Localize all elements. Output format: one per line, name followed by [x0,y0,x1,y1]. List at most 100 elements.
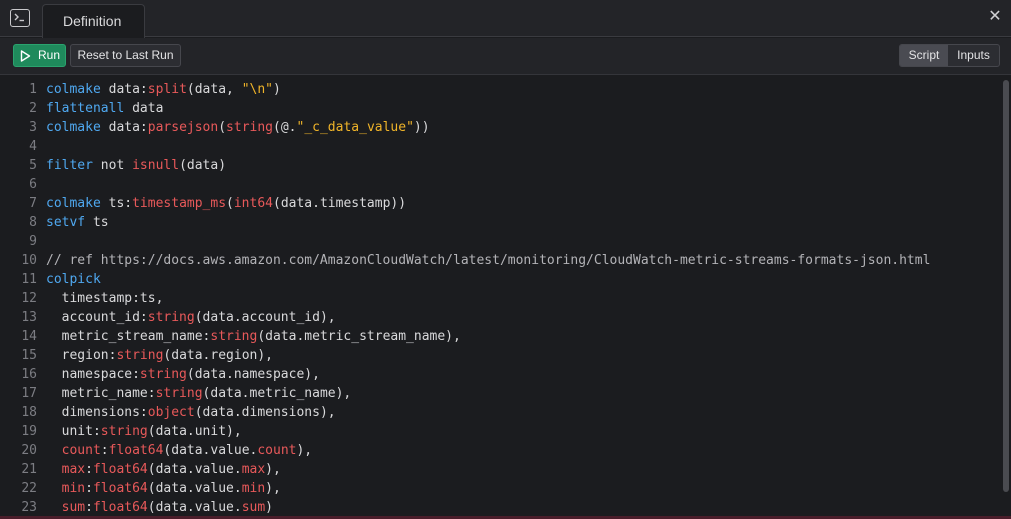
code-text: dimensions: [46,405,148,420]
code-text: timestamp:ts, [46,291,164,306]
code-text: (data.namespace), [186,367,320,382]
code-function: sum [241,500,266,515]
tab-definition[interactable]: Definition [42,4,145,38]
code-keyword: colmake [46,196,101,211]
line-number: 20 [21,443,37,458]
line-code: setvf ts [46,213,109,232]
code-text: data: [100,120,148,135]
line-code: colmake ts:timestamp_ms(int64(data.times… [46,194,406,213]
code-line[interactable]: 7 colmake ts:timestamp_ms(int64(data.time… [0,194,1000,213]
code-keyword: setvf [46,215,86,230]
code-line[interactable]: 14 metric_stream_name:string(data.metric… [0,327,1000,346]
code-line[interactable]: 12 timestamp:ts, [0,289,1000,308]
tab-bar: Definition ✕ [0,0,1011,38]
code-text: ts [85,215,109,230]
code-line[interactable]: 19 unit:string(data.unit), [0,422,1000,441]
code-line[interactable]: 8 setvf ts [0,213,1000,232]
code-function: count [61,443,101,458]
line-number: 19 [21,424,37,439]
code-function: timestamp_ms [132,196,227,211]
code-text: (data.account_id), [194,310,336,325]
code-line[interactable]: 1 colmake data:split(data, "\n") [0,80,1000,99]
code-text: (data.metric_name), [202,386,352,401]
code-line[interactable]: 21 max:float64(data.value.max), [0,460,1000,479]
code-text: ts: [100,196,133,211]
code-keyword: colmake [46,82,101,97]
code-line[interactable]: 16 namespace:string(data.namespace), [0,365,1000,384]
code-function: object [147,405,195,420]
terminal-icon[interactable] [10,9,30,27]
play-icon [20,50,31,62]
code-function: float64 [92,481,148,496]
code-line[interactable]: 2 flattenall data [0,99,1000,118]
code-text: : [100,443,109,458]
line-number: 22 [21,481,37,496]
code-line[interactable]: 13 account_id:string(data.account_id), [0,308,1000,327]
code-line[interactable]: 23 sum:float64(data.value.sum) [0,498,1000,517]
code-function: parsejson [147,120,219,135]
code-text: ( [226,196,234,211]
code-text: (data, [186,82,242,97]
line-number: 5 [29,158,37,173]
code-function: isnull [132,158,180,173]
code-text: (data.unit), [147,424,242,439]
code-text: (data.dimensions), [194,405,336,420]
code-text: (data.value. [147,462,242,477]
reset-to-last-run-button[interactable]: Reset to Last Run [70,44,181,67]
code-keyword: colmake [46,120,101,135]
code-text: ), [265,462,281,477]
close-icon[interactable]: ✕ [987,9,1003,25]
line-number: 23 [21,500,37,515]
code-line[interactable]: 4 [0,137,1000,156]
code-comment: // ref https://docs.aws.amazon.com/Amazo… [46,253,931,268]
code-text: (data.value. [147,481,242,496]
view-toggle: Script Inputs [899,44,1000,67]
code-line[interactable]: 9 [0,232,1000,251]
toolbar: Run Reset to Last Run Script Inputs [0,38,1011,75]
code-line[interactable]: 22 min:float64(data.value.min), [0,479,1000,498]
script-tab[interactable]: Script [900,45,948,66]
code-string: "\n" [241,82,274,97]
line-number: 14 [21,329,37,344]
line-code: colmake data:parsejson(string(@."_c_data… [46,118,430,137]
code-line[interactable]: 20 count:float64(data.value.count), [0,441,1000,460]
code-line[interactable]: 10 // ref https://docs.aws.amazon.com/Ama… [0,251,1000,270]
code-line[interactable]: 17 metric_name:string(data.metric_name), [0,384,1000,403]
code-line[interactable]: 3 colmake data:parsejson(string(@."_c_dat… [0,118,1000,137]
code-line[interactable]: 18 dimensions:object(data.dimensions), [0,403,1000,422]
code-text: not [92,158,133,173]
code-function: float64 [108,443,164,458]
line-code: max:float64(data.value.max), [46,460,281,479]
run-button[interactable]: Run [13,44,66,67]
code-line[interactable]: 5 filter not isnull(data) [0,156,1000,175]
code-text: metric_name: [46,386,156,401]
code-text: metric_stream_name: [46,329,211,344]
inputs-tab[interactable]: Inputs [948,45,999,66]
code-text: ( [218,120,227,135]
line-number: 15 [21,348,37,363]
code-text: (data.metric_stream_name), [257,329,461,344]
line-code: account_id:string(data.account_id), [46,308,336,327]
line-number: 10 [21,253,37,268]
code-text: ), [265,481,281,496]
code-function: string [139,367,187,382]
code-function: string [210,329,258,344]
editor-scrollbar[interactable] [1003,80,1009,492]
line-number: 18 [21,405,37,420]
line-code: unit:string(data.unit), [46,422,242,441]
line-code: timestamp:ts, [46,289,164,308]
code-text: data: [100,82,148,97]
code-line[interactable]: 11 colpick [0,270,1000,289]
line-code: namespace:string(data.namespace), [46,365,320,384]
code-line[interactable]: 15 region:string(data.region), [0,346,1000,365]
line-number: 4 [29,139,37,154]
code-function: float64 [92,500,148,515]
code-text: region: [46,348,117,363]
code-function: count [257,443,297,458]
code-line[interactable]: 6 [0,175,1000,194]
line-number: 9 [29,234,37,249]
code-function: split [147,82,187,97]
code-editor[interactable]: 1 colmake data:split(data, "\n") 2 flattena… [0,76,1011,519]
